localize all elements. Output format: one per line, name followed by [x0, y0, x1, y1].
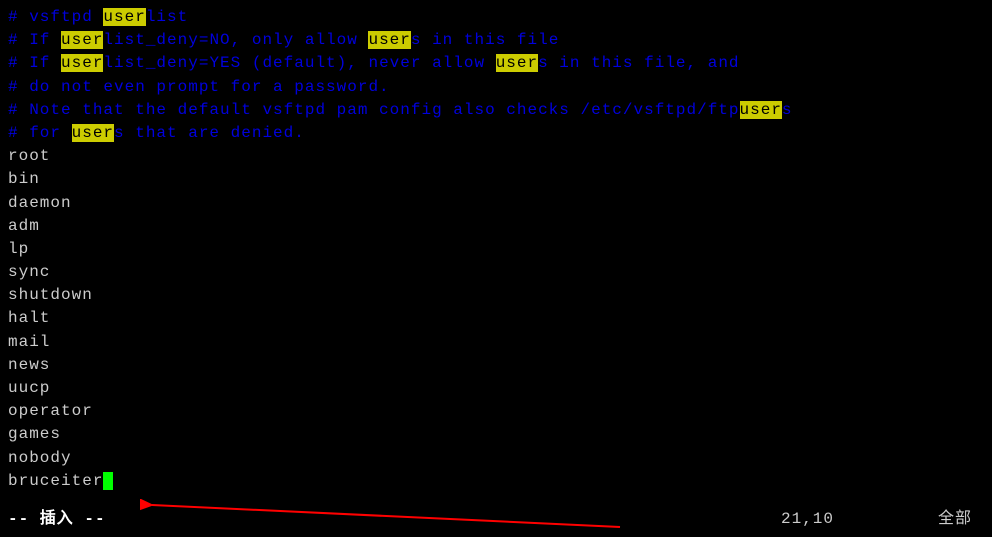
user-entry: mail: [8, 331, 984, 354]
text-segment: list_deny=NO, only allow: [103, 31, 368, 49]
user-entry-current: bruceiter: [8, 470, 984, 493]
user-entry: sync: [8, 261, 984, 284]
text-segment: # for: [8, 124, 72, 142]
user-entry: root: [8, 145, 984, 168]
text-segment: # vsftpd: [8, 8, 103, 26]
user-entry: daemon: [8, 192, 984, 215]
highlight-user: user: [61, 31, 103, 49]
terminal-editor[interactable]: # vsftpd userlist # If userlist_deny=NO,…: [0, 0, 992, 499]
highlight-user: user: [103, 8, 145, 26]
highlight-user: user: [368, 31, 410, 49]
cursor-position: 21,10: [781, 508, 834, 531]
comment-line-6: # for users that are denied.: [8, 122, 984, 145]
user-entry: uucp: [8, 377, 984, 400]
user-entry: lp: [8, 238, 984, 261]
user-entry: adm: [8, 215, 984, 238]
user-entry: nobody: [8, 447, 984, 470]
text-segment: s: [782, 101, 793, 119]
text-segment: # Note that the default vsftpd pam confi…: [8, 101, 740, 119]
text-segment: s in this file, and: [538, 54, 739, 72]
mode-indicator: -- 插入 --: [8, 508, 106, 531]
user-entry: news: [8, 354, 984, 377]
view-indicator: 全部: [938, 508, 972, 531]
text-segment: list_deny=YES (default), never allow: [103, 54, 495, 72]
user-entry: halt: [8, 307, 984, 330]
highlight-user: user: [72, 124, 114, 142]
text-segment: # If: [8, 54, 61, 72]
text-segment: # If: [8, 31, 61, 49]
comment-line-4: # do not even prompt for a password.: [8, 76, 984, 99]
user-text: bruceiter: [8, 472, 103, 490]
comment-line-5: # Note that the default vsftpd pam confi…: [8, 99, 984, 122]
highlight-user: user: [496, 54, 538, 72]
user-entry: operator: [8, 400, 984, 423]
comment-line-1: # vsftpd userlist: [8, 6, 984, 29]
vim-status-bar: -- 插入 -- 21,10 全部: [8, 508, 984, 531]
user-entry: games: [8, 423, 984, 446]
comment-line-2: # If userlist_deny=NO, only allow users …: [8, 29, 984, 52]
highlight-user: user: [61, 54, 103, 72]
text-segment: s that are denied.: [114, 124, 305, 142]
text-segment: list: [146, 8, 188, 26]
user-entry: shutdown: [8, 284, 984, 307]
user-entry: bin: [8, 168, 984, 191]
comment-line-3: # If userlist_deny=YES (default), never …: [8, 52, 984, 75]
cursor-icon: [103, 472, 113, 490]
text-segment: s in this file: [411, 31, 559, 49]
highlight-user: user: [740, 101, 782, 119]
